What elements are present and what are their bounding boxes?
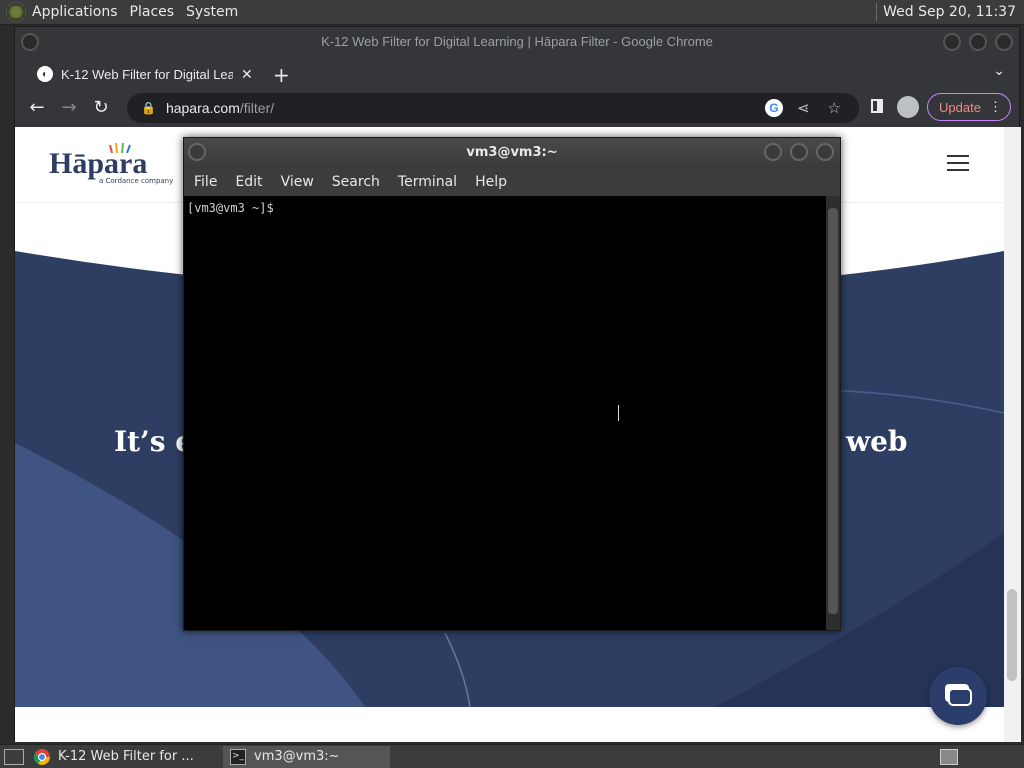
url-host: hapara.com (165, 100, 240, 116)
terminal-close-icon[interactable] (816, 143, 834, 161)
taskbar-item-label: K-12 Web Filter for ... (58, 749, 194, 764)
lock-icon[interactable]: 🔒 (141, 101, 156, 115)
window-menu-icon[interactable] (21, 33, 39, 51)
distro-logo-icon[interactable] (6, 2, 26, 22)
tab-title: K-12 Web Filter for Digital Lea (61, 66, 233, 82)
terminal-scroll-thumb[interactable] (828, 208, 838, 614)
shell-prompt: [vm3@vm3 ~]$ (187, 201, 281, 215)
text-cursor-icon (618, 405, 624, 421)
minimize-icon[interactable] (943, 33, 961, 51)
maximize-icon[interactable] (969, 33, 987, 51)
close-tab-icon[interactable]: ✕ (241, 66, 253, 83)
page-scrollbar[interactable] (1004, 127, 1021, 742)
tab-search-chevron-icon[interactable]: ⌄ (993, 63, 1005, 79)
profile-avatar-icon[interactable] (897, 96, 919, 118)
hero-heading-right: web (846, 425, 908, 458)
top-panel: Applications Places System Wed Sep 20, 1… (0, 0, 1024, 25)
workspace-switcher[interactable] (940, 748, 958, 765)
new-tab-icon[interactable]: + (273, 63, 290, 87)
reload-icon[interactable]: ↻ (89, 97, 113, 118)
taskbar-item-label: vm3@vm3:~ (254, 749, 340, 764)
applications-menu[interactable]: Applications (26, 4, 124, 20)
terminal-maximize-icon[interactable] (790, 143, 808, 161)
terminal-title[interactable]: vm3@vm3:~ (184, 138, 840, 168)
forward-icon[interactable]: → (57, 97, 81, 118)
terminal-screen[interactable]: [vm3@vm3 ~]$ (184, 196, 826, 630)
address-bar[interactable]: 🔒 hapara.com/filter/ G ⋖ ☆ (127, 93, 859, 123)
menu-help[interactable]: Help (465, 174, 515, 190)
back-icon[interactable]: ← (25, 97, 49, 118)
chrome-icon (34, 748, 50, 765)
browser-tab[interactable]: ◐ K-12 Web Filter for Digital Lea ✕ (29, 59, 261, 89)
window-title: K-12 Web Filter for Digital Learning | H… (321, 34, 713, 49)
menu-terminal[interactable]: Terminal (388, 174, 465, 190)
terminal-window-menu-icon[interactable] (188, 143, 206, 161)
browser-toolbar: ← → ↻ 🔒 hapara.com/filter/ G ⋖ ☆ Update … (15, 89, 1019, 127)
clock[interactable]: Wed Sep 20, 11:37 (883, 4, 1024, 20)
terminal-window[interactable]: vm3@vm3:~ File Edit View Search Terminal… (183, 137, 841, 631)
terminal-minimize-icon[interactable] (764, 143, 782, 161)
bottom-panel: K-12 Web Filter for ... >_ vm3@vm3:~ (0, 744, 1024, 768)
taskbar-item-chrome[interactable]: K-12 Web Filter for ... (28, 745, 224, 768)
terminal-scrollbar[interactable] (826, 196, 840, 630)
logo-tagline: a Cordance company (99, 177, 174, 185)
update-button[interactable]: Update ⋮ (927, 93, 1011, 121)
menu-view[interactable]: View (271, 174, 322, 190)
panel-separator (876, 3, 878, 21)
chat-bubble-icon[interactable] (929, 667, 987, 725)
show-desktop-icon[interactable] (4, 748, 24, 765)
tab-strip: ◐ K-12 Web Filter for Digital Lea ✕ + ⌄ (15, 57, 1019, 89)
update-label: Update (939, 99, 981, 115)
taskbar-item-terminal[interactable]: >_ vm3@vm3:~ (224, 745, 390, 768)
scrollbar-thumb[interactable] (1007, 589, 1017, 681)
terminal-menubar: File Edit View Search Terminal Help (184, 168, 840, 196)
hamburger-menu-icon[interactable] (947, 155, 969, 171)
more-menu-icon[interactable]: ⋮ (989, 99, 1002, 115)
terminal-icon: >_ (230, 748, 246, 765)
hapara-favicon-icon: ◐ (37, 66, 53, 82)
system-menu[interactable]: System (180, 4, 244, 20)
bookmark-star-icon[interactable]: ☆ (828, 99, 841, 117)
url-path: /filter/ (239, 100, 275, 116)
share-icon[interactable]: ⋖ (797, 99, 810, 117)
menu-edit[interactable]: Edit (225, 174, 270, 190)
places-menu[interactable]: Places (124, 4, 181, 20)
google-lens-icon[interactable]: G (764, 99, 783, 117)
close-window-icon[interactable] (995, 33, 1013, 51)
side-panel-icon[interactable] (871, 99, 883, 113)
hapara-logo[interactable]: Hāpara (49, 147, 147, 181)
menu-file[interactable]: File (184, 174, 225, 190)
menu-search[interactable]: Search (322, 174, 388, 190)
